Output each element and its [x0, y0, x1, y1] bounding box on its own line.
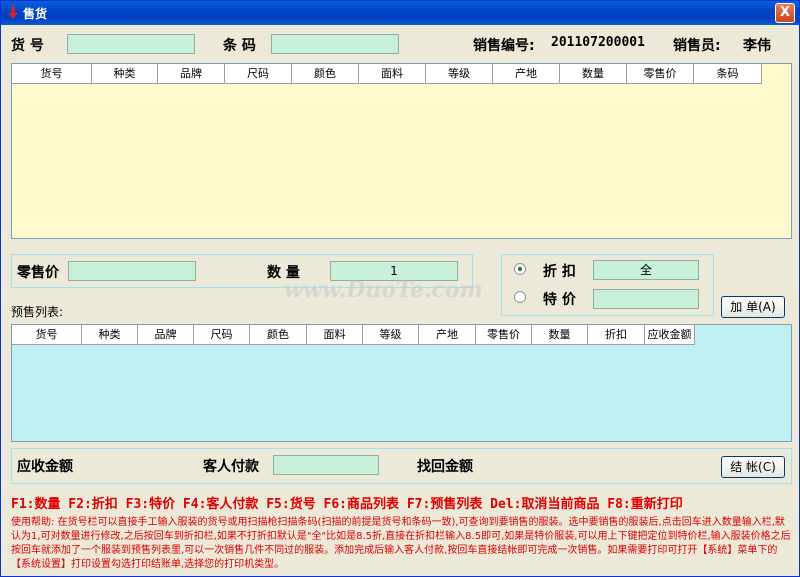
item-no-input[interactable]: [67, 34, 195, 54]
help-text: 使用帮助: 在货号栏可以直接手工输入服装的货号或用扫描枪扫描条码(扫描的前提是货…: [11, 517, 791, 570]
checkout-button[interactable]: 结 帐(C): [721, 456, 785, 478]
retail-price-input[interactable]: [68, 261, 196, 281]
column-header[interactable]: 面料: [307, 325, 363, 344]
sale-no-value: 201107200001: [551, 35, 645, 50]
sale-icon: [8, 6, 18, 19]
column-header[interactable]: 零售价: [476, 325, 532, 344]
column-header[interactable]: 尺码: [194, 325, 250, 344]
salesperson-value: 李伟: [743, 38, 771, 54]
column-header[interactable]: 品牌: [158, 64, 225, 83]
column-header[interactable]: 应收金额: [645, 325, 695, 344]
special-price-radio[interactable]: [514, 291, 526, 303]
customer-paid-input[interactable]: [273, 455, 379, 475]
column-header[interactable]: 产地: [419, 325, 476, 344]
column-header[interactable]: 尺码: [225, 64, 292, 83]
column-header[interactable]: 颜色: [250, 325, 307, 344]
column-header[interactable]: 零售价: [627, 64, 694, 83]
title-bar: 售货 X: [1, 1, 799, 25]
column-header[interactable]: 等级: [363, 325, 419, 344]
column-header[interactable]: 种类: [92, 64, 158, 83]
customer-paid-label: 客人付款: [203, 459, 259, 475]
goods-table-header: 货号 种类 品牌 尺码 颜色 面料 等级 产地 数量 零售价 条码: [12, 64, 762, 84]
summary-panel: [11, 448, 792, 484]
discount-label: 折 扣: [543, 264, 576, 280]
column-header[interactable]: 产地: [493, 64, 560, 83]
column-header[interactable]: 品牌: [138, 325, 194, 344]
barcode-label: 条 码: [223, 38, 256, 54]
sale-no-label: 销售编号:: [473, 38, 535, 54]
column-header[interactable]: 种类: [82, 325, 138, 344]
presale-list-label: 预售列表:: [11, 305, 64, 319]
receivable-label: 应收金额: [17, 459, 73, 475]
close-button[interactable]: X: [775, 3, 795, 23]
special-price-label: 特 价: [543, 292, 576, 308]
discount-radio[interactable]: [514, 263, 526, 275]
retail-price-label: 零售价: [17, 265, 59, 281]
special-price-input[interactable]: [593, 289, 699, 309]
presale-table-header: 货号 种类 品牌 尺码 颜色 面料 等级 产地 零售价 数量 折扣 应收金额: [12, 325, 695, 345]
presale-table[interactable]: 货号 种类 品牌 尺码 颜色 面料 等级 产地 零售价 数量 折扣 应收金额: [11, 324, 792, 442]
column-header[interactable]: 等级: [426, 64, 493, 83]
window-title: 售货: [23, 7, 48, 21]
shortcut-keys: F1:数量 F2:折扣 F3:特价 F4:客人付款 F5:货号 F6:商品列表 …: [11, 497, 683, 512]
column-header[interactable]: 面料: [359, 64, 426, 83]
column-header[interactable]: 折扣: [588, 325, 645, 344]
item-no-label: 货 号: [11, 38, 44, 54]
column-header[interactable]: 条码: [694, 64, 762, 83]
column-header[interactable]: 货号: [12, 64, 92, 83]
column-header[interactable]: 数量: [560, 64, 627, 83]
column-header[interactable]: 数量: [532, 325, 588, 344]
barcode-input[interactable]: [271, 34, 399, 54]
change-label: 找回金额: [417, 459, 473, 475]
goods-table[interactable]: 货号 种类 品牌 尺码 颜色 面料 等级 产地 数量 零售价 条码: [11, 63, 792, 239]
watermark: www.DuoTe.com: [284, 277, 483, 303]
column-header[interactable]: 颜色: [292, 64, 359, 83]
column-header[interactable]: 货号: [12, 325, 82, 344]
discount-input[interactable]: 全: [593, 260, 699, 280]
salesperson-label: 销售员:: [673, 38, 721, 54]
sale-window: 售货 X 货 号 条 码 销售编号: 201107200001 销售员: 李伟 …: [0, 0, 800, 577]
add-order-button[interactable]: 加 单(A): [721, 296, 785, 318]
